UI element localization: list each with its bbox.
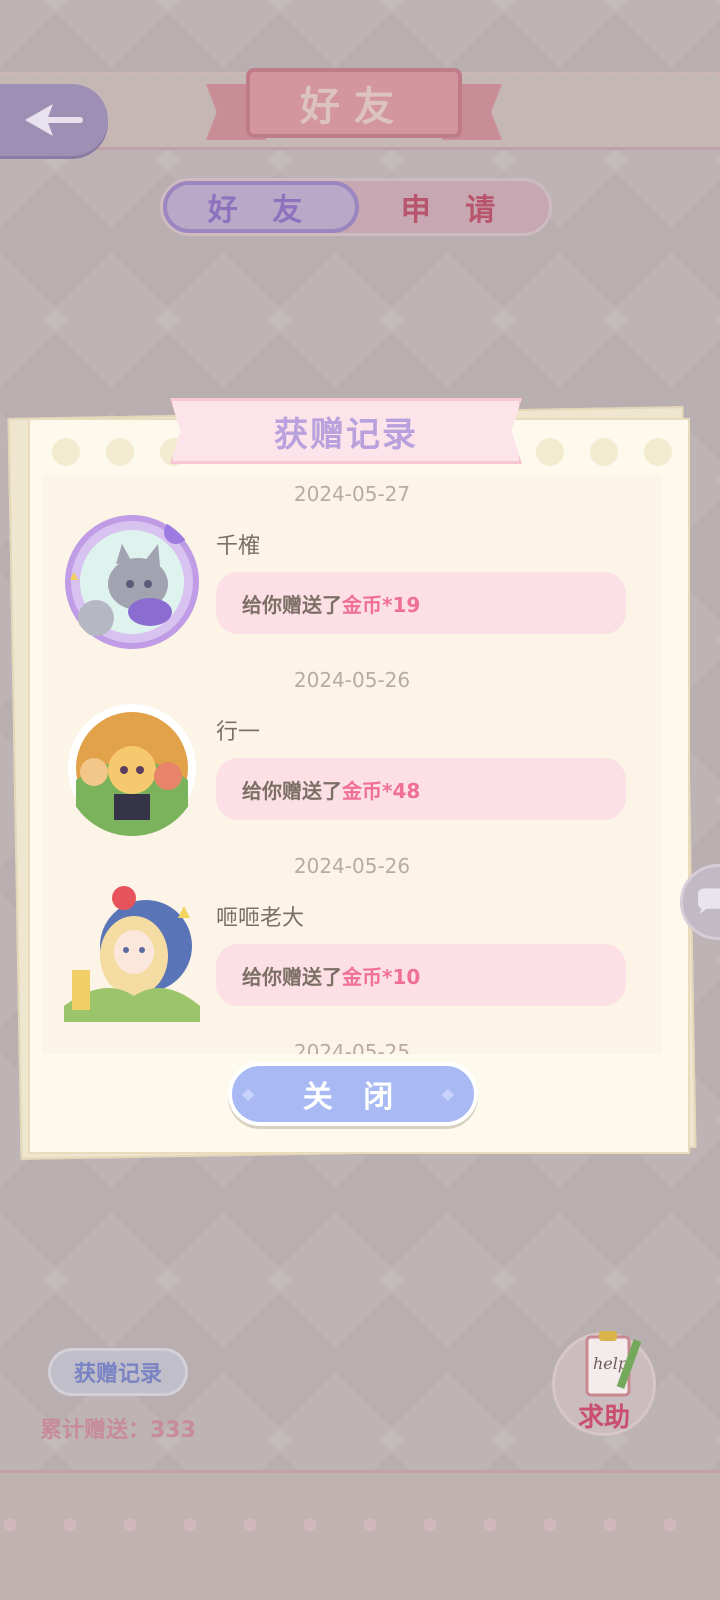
total-sent-label: 累计赠送：333	[40, 1418, 196, 1443]
gift-message-prefix: 给你赠送了	[242, 592, 342, 617]
gift-records-button[interactable]: 获赠记录	[48, 1348, 188, 1396]
record-item: 2024-05-26 行一 给你赠送了 金币*48	[42, 662, 662, 848]
level-up-avatar-icon	[68, 704, 196, 836]
ribbon-body: 好友	[246, 68, 462, 138]
blonde-girl-avatar-icon	[64, 886, 200, 1022]
footer-strip	[0, 1470, 720, 1600]
record-item: 2024-05-25	[42, 1034, 662, 1054]
back-arrow-icon	[25, 104, 83, 136]
gift-message: 给你赠送了 金币*48	[216, 758, 626, 820]
gift-message: 给你赠送了 金币*19	[216, 572, 626, 634]
gift-message: 给你赠送了 金币*10	[216, 944, 626, 1006]
gift-message-prefix: 给你赠送了	[242, 778, 342, 803]
gift-amount: 金币*10	[342, 964, 421, 989]
record-date: 2024-05-26	[293, 668, 411, 692]
record-sender-name: 千榷	[216, 534, 261, 559]
record-sender-name: 行一	[216, 720, 261, 745]
tab-requests[interactable]: 申 请	[359, 181, 549, 233]
cat-avatar-icon	[65, 515, 199, 649]
record-date: 2024-05-25	[293, 1040, 411, 1054]
record-item: 2024-05-27 千榷 给你赠送了 金币*19	[42, 476, 662, 662]
level-up-avatar[interactable]	[64, 700, 200, 836]
help-button[interactable]: help 求助	[552, 1331, 656, 1436]
record-item: 2024-05-26 咂咂老大 给你赠送了 金币*10	[42, 848, 662, 1034]
help-label: 求助	[577, 1403, 630, 1433]
back-button[interactable]	[0, 84, 108, 156]
cat-avatar[interactable]	[64, 514, 200, 650]
records-list[interactable]: 2024-05-27 千榷 给你赠送了 金币*19 2024-05-26 行一 …	[42, 476, 662, 1054]
record-date: 2024-05-27	[293, 482, 411, 506]
tab-group: 好 友 申 请	[160, 178, 552, 236]
record-date: 2024-05-26	[293, 854, 411, 878]
modal-title: 获赠记录	[274, 414, 418, 455]
modal-title-banner: 获赠记录	[170, 398, 522, 464]
tab-friends[interactable]: 好 友	[163, 181, 359, 233]
chat-icon	[698, 888, 720, 914]
page-title: 好友	[300, 84, 408, 130]
close-button[interactable]: 关 闭	[228, 1062, 478, 1126]
gift-amount: 金币*48	[342, 778, 421, 803]
gift-amount: 金币*19	[342, 592, 421, 617]
gift-message-prefix: 给你赠送了	[242, 964, 342, 989]
title-ribbon: 好友	[206, 62, 502, 154]
record-sender-name: 咂咂老大	[216, 906, 305, 931]
blonde-girl-avatar[interactable]	[64, 886, 200, 1022]
